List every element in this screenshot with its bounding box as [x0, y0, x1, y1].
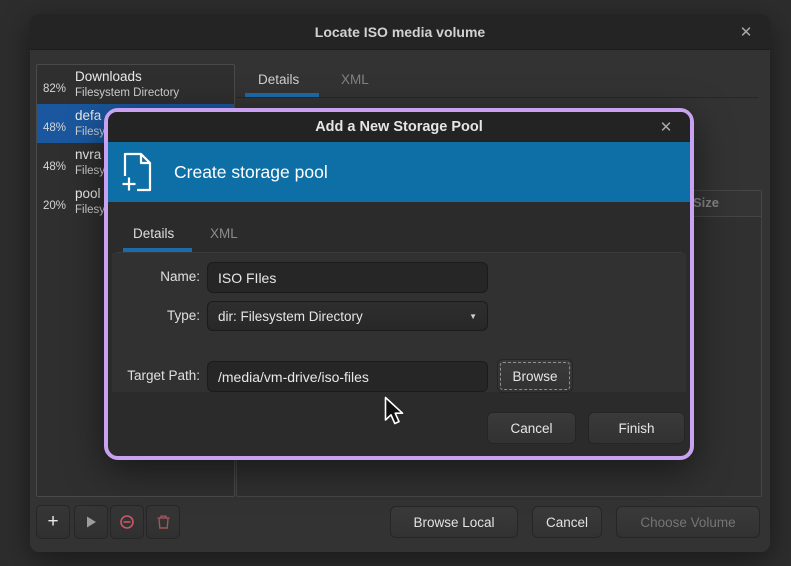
window-title: Locate ISO media volume: [315, 24, 485, 40]
name-label: Name:: [118, 262, 200, 292]
browse-local-button[interactable]: Browse Local: [390, 506, 518, 538]
type-dropdown[interactable]: dir: Filesystem Directory ▼: [207, 301, 488, 331]
type-label: Type:: [118, 301, 200, 331]
dialog-title: Add a New Storage Pool: [315, 119, 483, 135]
trash-icon: [156, 514, 171, 530]
play-icon: [84, 515, 98, 529]
add-storage-pool-dialog: Add a New Storage Pool ✕ Create storage …: [104, 108, 694, 460]
create-storage-pool-banner: Create storage pool: [108, 142, 690, 202]
dialog-close-icon[interactable]: ✕: [654, 115, 678, 139]
pool-usage: 48%: [43, 122, 75, 134]
pool-row-downloads[interactable]: 82% Downloads Filesystem Directory: [37, 65, 234, 104]
stop-pool-button[interactable]: [110, 505, 144, 539]
dialog-tab-details[interactable]: Details: [133, 226, 174, 241]
pool-usage: 82%: [43, 83, 75, 95]
dialog-finish-button[interactable]: Finish: [588, 412, 685, 444]
window-titlebar[interactable]: Locate ISO media volume ✕: [30, 14, 770, 50]
dialog-cancel-button[interactable]: Cancel: [487, 412, 576, 444]
plus-icon: +: [47, 511, 58, 533]
stop-circle-icon: [119, 514, 135, 530]
dialog-cancel-label: Cancel: [510, 421, 552, 436]
pool-type: Filesy: [75, 164, 105, 178]
pool-name: defa: [75, 108, 105, 125]
choose-volume-button[interactable]: Choose Volume: [616, 506, 760, 538]
pool-type: Filesystem Directory: [75, 86, 179, 100]
size-column-header[interactable]: Size: [693, 195, 719, 210]
browse-button[interactable]: Browse: [497, 359, 573, 393]
pool-usage: 20%: [43, 200, 75, 212]
target-path-input[interactable]: [207, 361, 488, 392]
tabs-divider: [236, 97, 758, 98]
pool-type: Filesy: [75, 125, 105, 139]
browse-local-label: Browse Local: [413, 515, 494, 530]
dialog-titlebar[interactable]: Add a New Storage Pool ✕: [108, 112, 690, 142]
browse-button-label: Browse: [512, 369, 557, 384]
pool-name: nvra: [75, 147, 105, 164]
type-dropdown-value: dir: Filesystem Directory: [218, 309, 363, 324]
name-input[interactable]: [207, 262, 488, 293]
close-icon[interactable]: ✕: [734, 20, 758, 44]
banner-label: Create storage pool: [174, 162, 328, 183]
tab-details[interactable]: Details: [258, 72, 299, 87]
pool-name: pool: [75, 186, 105, 203]
pool-usage: 48%: [43, 161, 75, 173]
new-document-icon: [120, 151, 156, 193]
choose-volume-label: Choose Volume: [640, 515, 735, 530]
tab-xml[interactable]: XML: [341, 72, 369, 87]
dialog-tab-xml[interactable]: XML: [210, 226, 238, 241]
window-cancel-label: Cancel: [546, 515, 588, 530]
target-path-label: Target Path:: [112, 361, 200, 391]
dialog-finish-label: Finish: [618, 421, 654, 436]
add-pool-button[interactable]: +: [36, 505, 70, 539]
delete-pool-button[interactable]: [146, 505, 180, 539]
start-pool-button[interactable]: [74, 505, 108, 539]
pool-name: Downloads: [75, 69, 179, 86]
pool-type: Filesy: [75, 203, 105, 217]
chevron-down-icon: ▼: [469, 312, 477, 321]
window-cancel-button[interactable]: Cancel: [532, 506, 602, 538]
